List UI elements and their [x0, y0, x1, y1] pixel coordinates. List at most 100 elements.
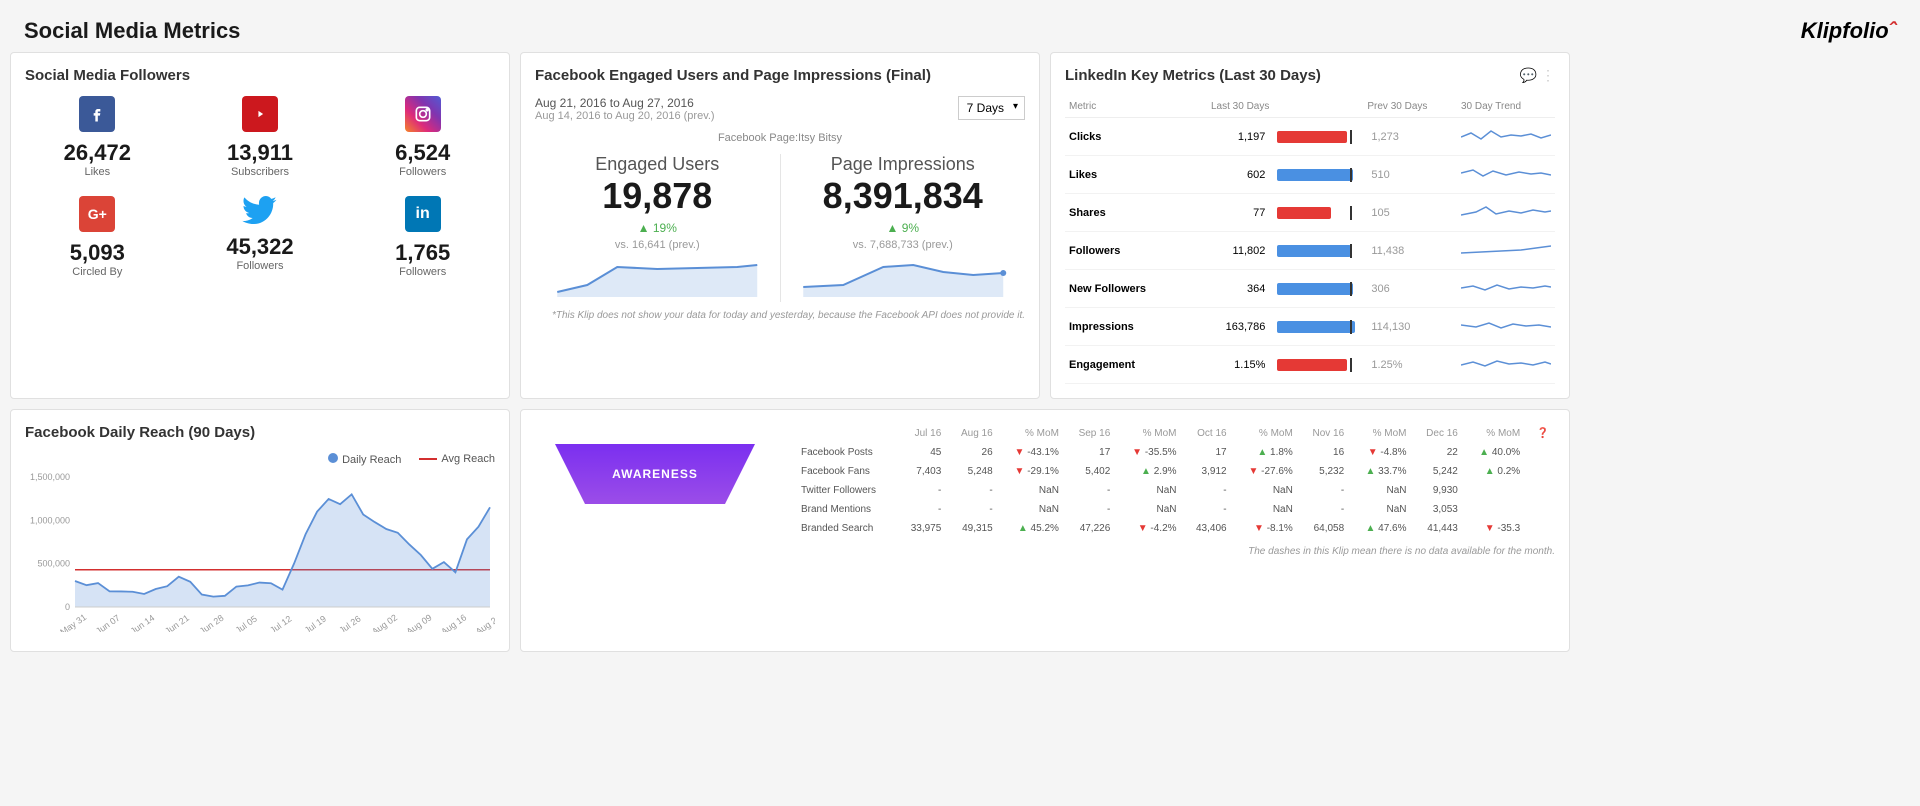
legend-avg: Avg Reach	[419, 453, 495, 466]
metric-prev: 1,273	[1363, 118, 1457, 156]
metric-cur: 163,786	[1182, 308, 1273, 346]
page-name: Facebook Page:Itsy Bitsy	[535, 132, 1025, 144]
metric-value: 8,391,834	[791, 175, 1016, 217]
youtube-icon	[242, 96, 278, 140]
metric-delta: ▲ 19%	[545, 221, 770, 235]
date-range-prev: Aug 14, 2016 to Aug 20, 2016 (prev.)	[535, 110, 715, 122]
metric-name: Likes	[1065, 156, 1182, 194]
metric-prev: 510	[1363, 156, 1457, 194]
page-impressions-metric: Page Impressions 8,391,834 ▲ 9% vs. 7,68…	[781, 154, 1026, 302]
mom-row: Brand Mentions--NaN-NaN-NaN-NaN3,053	[795, 500, 1555, 519]
mom-col: Nov 16	[1299, 424, 1350, 443]
mom-row: Twitter Followers--NaN-NaN-NaN-NaN9,930	[795, 481, 1555, 500]
engaged-users-metric: Engaged Users 19,878 ▲ 19% vs. 16,641 (p…	[535, 154, 781, 302]
li-row-shares: Shares 77 105	[1065, 194, 1555, 232]
facebook-icon	[79, 96, 115, 140]
col-metric: Metric	[1065, 96, 1182, 118]
trendline	[1461, 125, 1551, 145]
follower-youtube[interactable]: 13,911 Subscribers	[188, 96, 333, 178]
follower-linkedin[interactable]: in 1,765 Followers	[350, 196, 495, 278]
linkedin-title: LinkedIn Key Metrics (Last 30 Days)	[1065, 67, 1555, 84]
col-prev30: Prev 30 Days	[1363, 96, 1457, 118]
googleplus-icon: G+	[79, 196, 115, 240]
metric-label: Engaged Users	[545, 154, 770, 175]
mom-col: Oct 16	[1183, 424, 1233, 443]
follower-googleplus[interactable]: G+ 5,093 Circled By	[25, 196, 170, 278]
metric-cur: 1,197	[1182, 118, 1273, 156]
svg-text:Jul 19: Jul 19	[303, 614, 328, 632]
mom-col: Dec 16	[1413, 424, 1464, 443]
mom-row: Facebook Fans7,4035,248▼ -29.1%5,402▲ 2.…	[795, 462, 1555, 481]
metric-name: Followers	[1065, 232, 1182, 270]
follower-value: 26,472	[64, 140, 131, 166]
metric-cur: 11,802	[1182, 232, 1273, 270]
follower-label: Followers	[236, 260, 283, 272]
awareness-card: AWARENESS Jul 16Aug 16% MoMSep 16% MoMOc…	[520, 409, 1570, 652]
fb-note: *This Klip does not show your data for t…	[535, 310, 1025, 321]
li-row-likes: Likes 602 510	[1065, 156, 1555, 194]
follower-instagram[interactable]: 6,524 Followers	[350, 96, 495, 178]
metric-cur: 364	[1182, 270, 1273, 308]
mom-col	[795, 424, 897, 443]
follower-facebook[interactable]: 26,472 Likes	[25, 96, 170, 178]
metric-name: Engagement	[1065, 346, 1182, 384]
instagram-icon	[405, 96, 441, 140]
funnel: AWARENESS	[535, 424, 775, 524]
mom-col: % MoM	[1464, 424, 1526, 443]
mom-row: Branded Search33,97549,315▲ 45.2%47,226▼…	[795, 519, 1555, 538]
metric-name: Shares	[1065, 194, 1182, 232]
svg-text:1,000,000: 1,000,000	[30, 515, 70, 525]
card-menu-icon[interactable]: 💬 ⋮	[1520, 67, 1555, 84]
range-select[interactable]: 7 Days	[958, 96, 1025, 120]
metric-cur: 602	[1182, 156, 1273, 194]
follower-value: 1,765	[395, 240, 450, 266]
metric-name: New Followers	[1065, 270, 1182, 308]
svg-text:Jul 12: Jul 12	[268, 614, 293, 632]
legend-daily: Daily Reach	[328, 453, 401, 466]
reach-title: Facebook Daily Reach (90 Days)	[25, 424, 495, 441]
follower-value: 6,524	[395, 140, 450, 166]
trendline	[1461, 277, 1551, 297]
trendline	[1461, 201, 1551, 221]
metric-prev: vs. 16,641 (prev.)	[545, 239, 770, 251]
linkedin-icon: in	[405, 196, 441, 240]
mom-note: The dashes in this Klip mean there is no…	[795, 546, 1555, 557]
help-icon[interactable]: ❓	[1526, 424, 1555, 443]
sparkline	[791, 257, 1016, 297]
svg-text:Jun 21: Jun 21	[163, 613, 191, 632]
svg-text:Jun 14: Jun 14	[129, 613, 157, 632]
twitter-icon	[242, 196, 278, 234]
follower-value: 13,911	[227, 140, 293, 166]
mom-col: % MoM	[1350, 424, 1412, 443]
svg-text:Aug 23: Aug 23	[474, 612, 495, 632]
metric-prev: vs. 7,688,733 (prev.)	[791, 239, 1016, 251]
follower-value: 45,322	[226, 234, 293, 260]
follower-value: 5,093	[70, 240, 125, 266]
follower-label: Circled By	[72, 266, 122, 278]
metric-cur: 1.15%	[1182, 346, 1273, 384]
reach-card: Facebook Daily Reach (90 Days) Daily Rea…	[10, 409, 510, 652]
follower-label: Subscribers	[231, 166, 289, 178]
col-last30: Last 30 Days	[1182, 96, 1273, 118]
fb-engaged-card: Facebook Engaged Users and Page Impressi…	[520, 52, 1040, 399]
svg-text:Aug 02: Aug 02	[370, 612, 399, 632]
metric-value: 19,878	[545, 175, 770, 217]
follower-twitter[interactable]: 45,322 Followers	[188, 196, 333, 278]
fb-title: Facebook Engaged Users and Page Impressi…	[535, 67, 1025, 84]
metric-prev: 114,130	[1363, 308, 1457, 346]
svg-text:Jul 26: Jul 26	[337, 614, 362, 632]
linkedin-card: 💬 ⋮ LinkedIn Key Metrics (Last 30 Days) …	[1050, 52, 1570, 399]
trendline	[1461, 315, 1551, 335]
trendline	[1461, 239, 1551, 259]
sparkline	[545, 257, 770, 297]
trendline	[1461, 163, 1551, 183]
metric-prev: 105	[1363, 194, 1457, 232]
li-row-followers: Followers 11,802 11,438	[1065, 232, 1555, 270]
svg-text:Aug 09: Aug 09	[405, 612, 434, 632]
metric-prev: 1.25%	[1363, 346, 1457, 384]
funnel-stage[interactable]: AWARENESS	[555, 444, 755, 504]
follower-label: Likes	[84, 166, 110, 178]
svg-text:1,500,000: 1,500,000	[30, 472, 70, 482]
li-row-engagement: Engagement 1.15% 1.25%	[1065, 346, 1555, 384]
svg-text:Aug 16: Aug 16	[439, 612, 468, 632]
